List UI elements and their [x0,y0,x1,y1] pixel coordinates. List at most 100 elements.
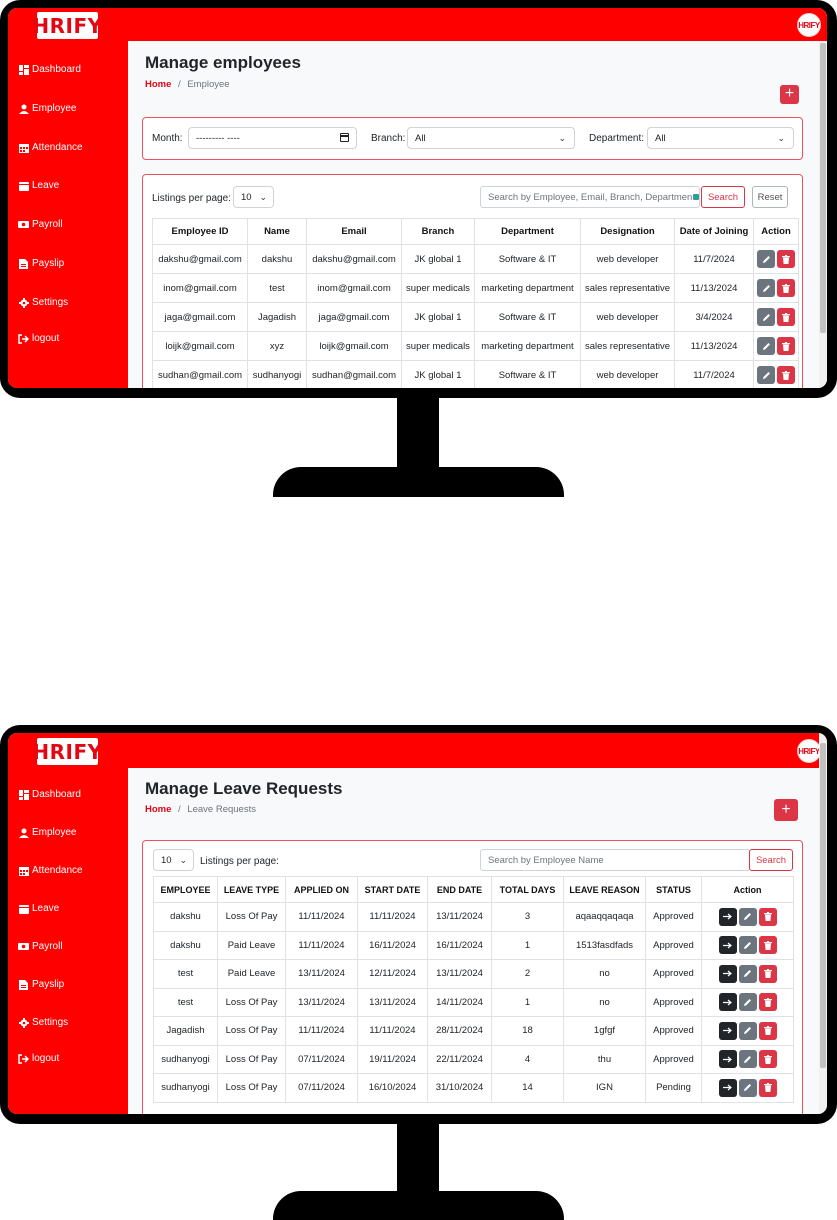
arrow-right-icon[interactable] [718,1050,737,1069]
trash-icon[interactable] [777,279,795,297]
scrollbar-thumb[interactable] [820,743,826,1068]
sidebar-item-dashboard[interactable]: Dashboard [18,789,81,800]
monitor-employees: HRIFY HRIFY Dashboard Employee Attendance L… [0,0,837,497]
branch-select[interactable]: All ⌄ [407,127,575,149]
scrollbar-thumb[interactable] [820,43,826,333]
column-header[interactable]: LEAVE REASON [563,876,646,903]
edit-icon[interactable] [738,993,757,1012]
breadcrumb-home[interactable]: Home [145,804,171,815]
edit-icon[interactable] [757,366,775,384]
table-row[interactable]: test Paid Leave 13/11/2024 12/11/2024 13/11/… [153,959,794,989]
edit-icon[interactable] [757,250,775,268]
sidebar-item-dashboard[interactable]: Dashboard [18,64,81,75]
trash-icon[interactable] [758,1050,777,1069]
edit-icon[interactable] [757,337,775,355]
column-header[interactable]: Department [474,218,581,245]
edit-icon[interactable] [757,308,775,326]
arrow-right-icon[interactable] [718,1078,737,1097]
arrow-right-icon[interactable] [718,936,737,955]
edit-icon[interactable] [738,907,757,926]
sidebar-item-payslip[interactable]: Payslip [18,258,64,269]
scrollbar[interactable] [819,733,827,1114]
table-row[interactable]: sudhanyogi Loss Of Pay 07/11/2024 16/10/202… [153,1073,794,1103]
table-row[interactable]: dakshu@gmail.com dakshu dakshu@gmail.com JK… [152,244,799,274]
arrow-right-icon[interactable] [718,964,737,983]
table-row[interactable]: sudhanyogi Loss Of Pay 07/11/2024 19/11/202… [153,1044,794,1074]
scrollbar[interactable] [819,41,827,388]
sidebar-item-settings[interactable]: Settings [18,297,68,308]
column-header[interactable]: STATUS [645,876,702,903]
search-button[interactable]: Search [701,186,745,208]
hrify-logo[interactable]: HRIFY [32,738,102,765]
hrify-logo[interactable]: HRIFY [32,12,102,39]
sidebar-item-leave[interactable]: Leave [18,903,59,914]
table-row[interactable]: test Loss Of Pay 13/11/2024 13/11/2024 14/11… [153,987,794,1017]
avatar[interactable]: HRIFY [797,739,821,763]
trash-icon[interactable] [777,366,795,384]
trash-icon[interactable] [758,1021,777,1040]
sidebar-item-payslip[interactable]: Payslip [18,979,64,990]
column-header[interactable]: Employee ID [152,218,248,245]
trash-icon[interactable] [777,337,795,355]
sidebar-item-payroll[interactable]: Payroll [18,941,63,952]
sidebar-item-attendance[interactable]: Attendance [18,865,83,876]
table-row[interactable]: dakshu Loss Of Pay 11/11/2024 11/11/2024 13/… [153,902,794,932]
sidebar-item-settings[interactable]: Settings [18,1017,68,1028]
trash-icon[interactable] [777,308,795,326]
sidebar-item-logout[interactable]: logout [18,333,59,344]
sidebar-item-payroll[interactable]: Payroll [18,219,63,230]
add-leave-button[interactable]: + [774,799,798,821]
column-header[interactable]: TOTAL DAYS [491,876,564,903]
table-row[interactable]: dakshu Paid Leave 11/11/2024 16/11/2024 16/1… [153,930,794,960]
edit-icon[interactable] [738,936,757,955]
reset-button[interactable]: Reset [752,186,788,208]
column-header[interactable]: Name [247,218,307,245]
trash-icon[interactable] [758,1078,777,1097]
edit-icon[interactable] [738,964,757,983]
trash-icon[interactable] [758,964,777,983]
avatar[interactable]: HRIFY [797,13,821,37]
column-header[interactable]: EMPLOYEE [153,876,218,903]
arrow-right-icon[interactable] [718,993,737,1012]
month-input[interactable]: --------- ---- [188,127,357,149]
column-header[interactable]: Action [753,218,799,245]
table-row[interactable]: Jagadish Loss Of Pay 11/11/2024 11/11/2024 2… [153,1016,794,1046]
arrow-right-icon[interactable] [718,1021,737,1040]
sidebar-item-employee[interactable]: Employee [18,827,76,838]
edit-icon[interactable] [738,1021,757,1040]
sidebar-item-employee[interactable]: Employee [18,103,76,114]
column-header[interactable]: Branch [401,218,475,245]
add-employee-button[interactable]: + [780,85,799,104]
table-row[interactable]: jaga@gmail.com Jagadish jaga@gmail.com JK g… [152,302,799,332]
column-header[interactable]: LEAVE TYPE [217,876,286,903]
calendar-icon[interactable] [340,133,349,142]
sidebar-item-attendance[interactable]: Attendance [18,142,83,153]
sidebar-item-logout[interactable]: logout [18,1053,59,1064]
sidebar-item-leave[interactable]: Leave [18,180,59,191]
leave-search-input[interactable]: Search by Employee Name [480,849,750,871]
column-header[interactable]: END DATE [427,876,492,903]
column-header[interactable]: Designation [580,218,675,245]
table-row[interactable]: inom@gmail.com test inom@gmail.com super me… [152,273,799,303]
trash-icon[interactable] [777,250,795,268]
search-button[interactable]: Search [749,849,793,871]
arrow-right-icon[interactable] [718,907,737,926]
table-row[interactable]: sudhan@gmail.com sudhanyogi sudhan@gmail.c… [152,360,799,388]
department-select[interactable]: All ⌄ [647,127,794,149]
edit-icon[interactable] [757,279,775,297]
edit-icon[interactable] [738,1050,757,1069]
breadcrumb-home[interactable]: Home [145,79,171,90]
listings-select[interactable]: 10 ⌄ [153,849,194,871]
trash-icon[interactable] [758,993,777,1012]
edit-icon[interactable] [738,1078,757,1097]
trash-icon[interactable] [758,936,777,955]
column-header[interactable]: APPLIED ON [285,876,358,903]
trash-icon[interactable] [758,907,777,926]
column-header[interactable]: START DATE [357,876,428,903]
table-row[interactable]: loijk@gmail.com xyz loijk@gmail.com super m… [152,331,799,361]
column-header[interactable]: Action [701,876,794,903]
column-header[interactable]: Email [306,218,402,245]
employee-search-input[interactable]: Search by Employee, Email, Branch, Depar… [480,186,700,208]
listings-select[interactable]: 10 ⌄ [233,186,274,208]
column-header[interactable]: Date of Joining [674,218,754,245]
